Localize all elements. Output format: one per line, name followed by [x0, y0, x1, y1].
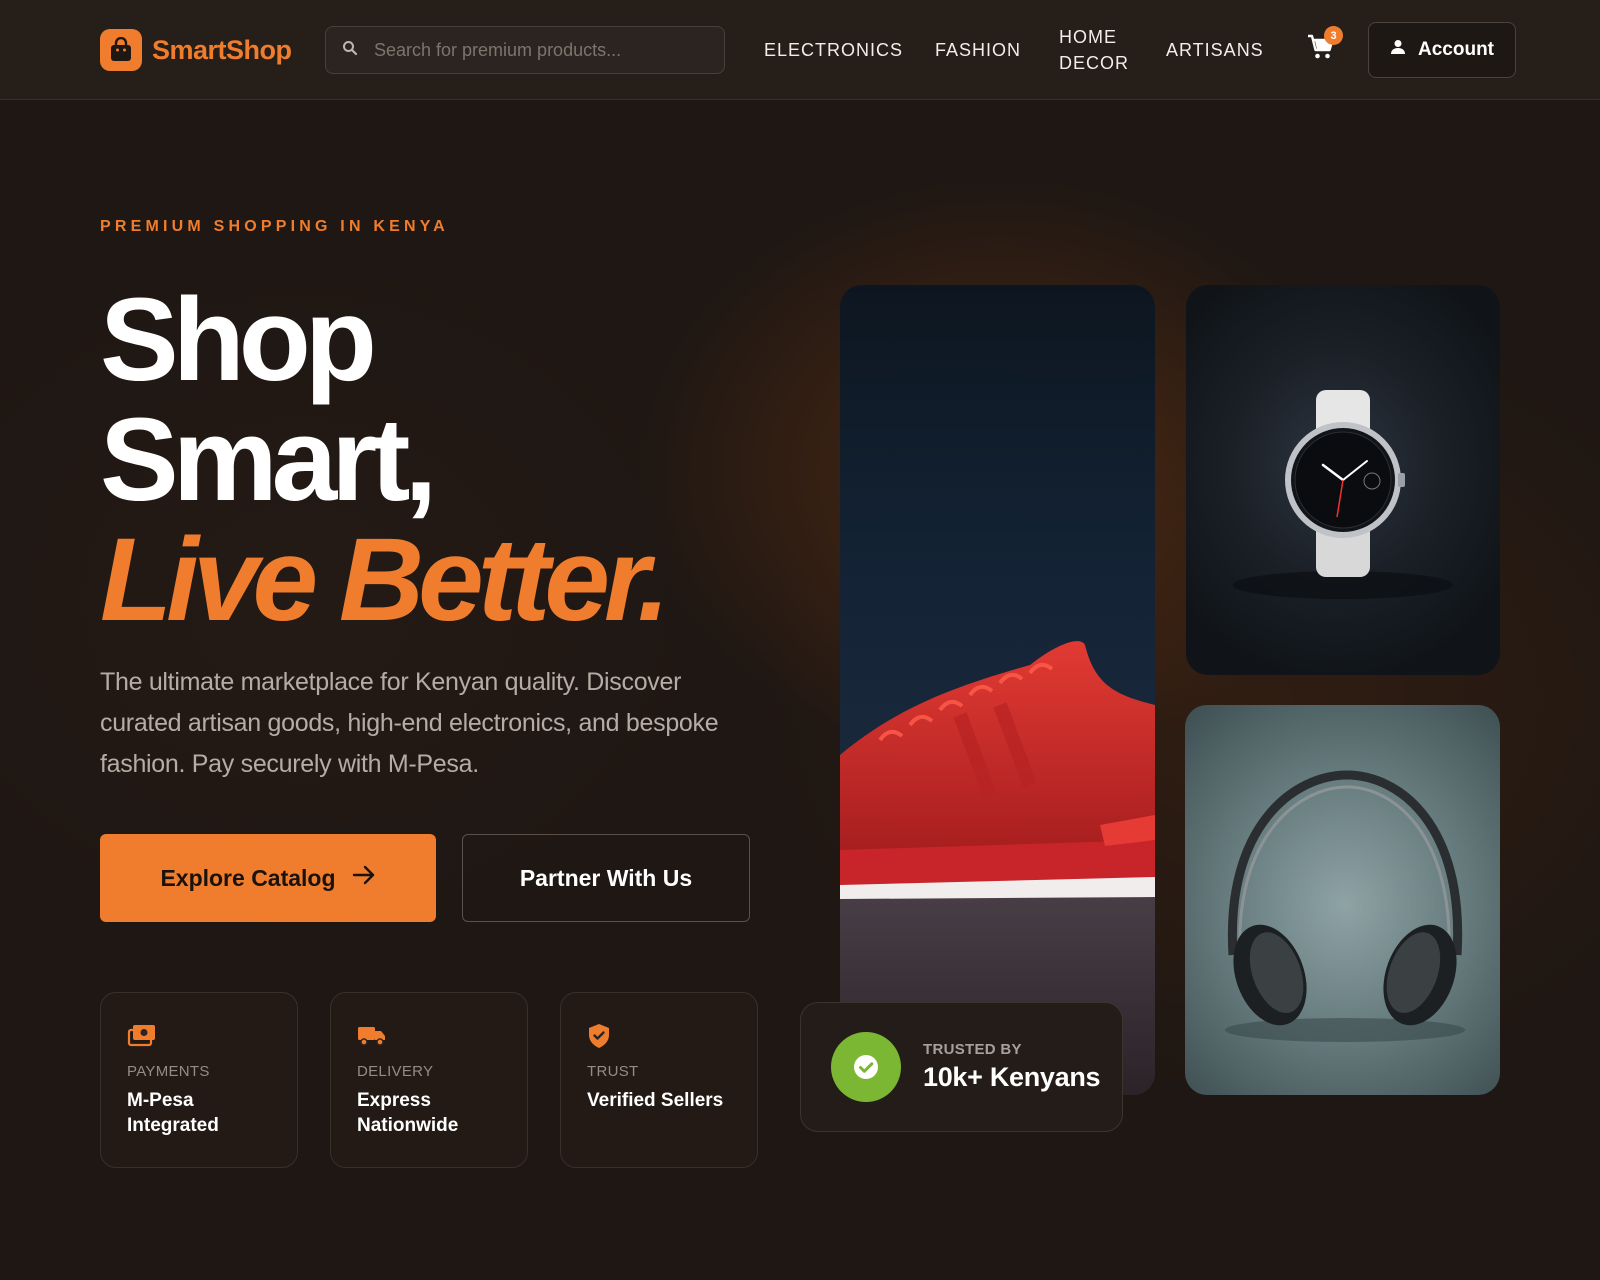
- nav-artisans[interactable]: ARTISANS: [1166, 37, 1264, 63]
- headphones-illustration: [1225, 770, 1465, 1042]
- product-image-smartwatch[interactable]: [1186, 285, 1500, 675]
- hero-description: The ultimate marketplace for Kenyan qual…: [100, 668, 719, 778]
- smartwatch-illustration: [1233, 390, 1453, 599]
- trusted-by-card: TRUSTED BY 10k+ Kenyans: [800, 1002, 1123, 1132]
- red-sneaker-illustration: [840, 641, 1155, 1095]
- cart-icon: [1306, 34, 1336, 66]
- feature-value: Verified Sellers: [587, 1090, 724, 1111]
- hero-headline: Shop Smart, Live Better.: [100, 274, 670, 646]
- product-image-headphones[interactable]: [1185, 705, 1500, 1095]
- arrow-right-icon: [352, 864, 376, 892]
- headline-line-1: Shop: [100, 274, 377, 406]
- nav-home-decor-line1: HOME: [1059, 27, 1117, 47]
- brand-logo[interactable]: SmartShop: [100, 29, 292, 71]
- shopping-bag-icon: [100, 29, 142, 71]
- headline-line-2: Smart,: [100, 394, 437, 526]
- trust-label: TRUSTED BY: [923, 1041, 1022, 1058]
- partner-with-us-button[interactable]: Partner With Us: [462, 834, 750, 922]
- top-navbar: SmartShop ELECTRONICS FASHION HOME DECOR…: [0, 0, 1600, 100]
- account-button[interactable]: Account: [1368, 22, 1516, 78]
- feature-label: PAYMENTS: [127, 1063, 210, 1080]
- feature-card-delivery: DELIVERY Express Nationwide: [330, 992, 528, 1168]
- product-image-sneaker[interactable]: [840, 285, 1155, 1095]
- feature-card-trust: TRUST Verified Sellers: [560, 992, 758, 1168]
- feature-label: TRUST: [587, 1063, 639, 1080]
- nav-home-decor[interactable]: HOME DECOR: [1059, 24, 1129, 76]
- feature-label: DELIVERY: [357, 1063, 434, 1080]
- search-input[interactable]: [374, 39, 694, 61]
- cart-count-badge: 3: [1324, 26, 1343, 45]
- explore-catalog-label: Explore Catalog: [160, 864, 336, 891]
- feature-card-payments: PAYMENTS M-Pesa Integrated: [100, 992, 298, 1168]
- trust-value: 10k+ Kenyans: [923, 1062, 1101, 1092]
- explore-catalog-button[interactable]: Explore Catalog: [100, 834, 436, 922]
- feature-value: Express Nationwide: [357, 1090, 459, 1136]
- trust-text: TRUSTED BY 10k+ Kenyans: [923, 1041, 1101, 1093]
- shield-check-icon: [587, 1023, 617, 1049]
- partner-with-us-label: Partner With Us: [519, 864, 693, 891]
- brand-name: SmartShop: [152, 34, 292, 65]
- nav-fashion[interactable]: FASHION: [935, 37, 1021, 63]
- user-icon: [1390, 39, 1406, 61]
- check-circle-icon: [831, 1032, 901, 1102]
- headline-accent: Live Better.: [100, 514, 670, 646]
- truck-icon: [357, 1023, 387, 1049]
- search-icon: [342, 40, 358, 61]
- money-icon: [127, 1023, 157, 1049]
- hero-eyebrow: PREMIUM SHOPPING IN KENYA: [100, 218, 449, 235]
- search-bar: [325, 26, 725, 74]
- feature-value: M-Pesa Integrated: [127, 1090, 219, 1136]
- cart-button[interactable]: 3: [1306, 26, 1343, 66]
- nav-home-decor-line2: DECOR: [1059, 53, 1130, 73]
- account-label: Account: [1418, 39, 1494, 60]
- nav-electronics[interactable]: ELECTRONICS: [764, 37, 903, 63]
